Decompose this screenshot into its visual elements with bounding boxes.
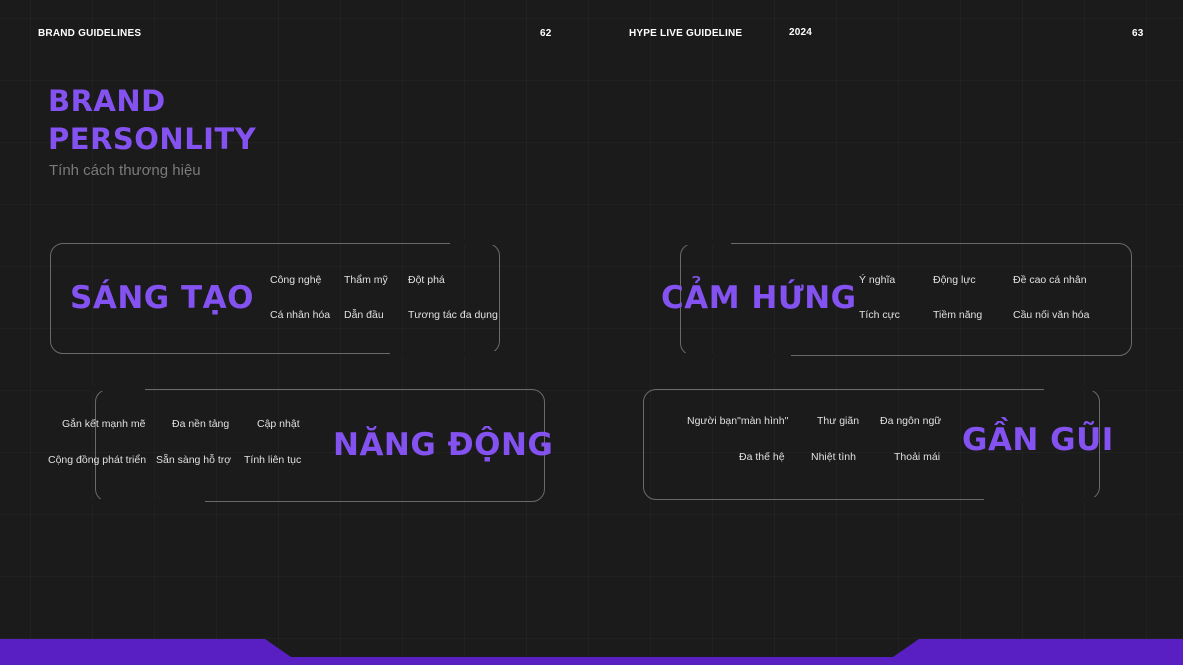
page-title-line-2: PERSONLITY bbox=[48, 122, 257, 156]
keyword-dan-dau: Dẫn đầu bbox=[344, 309, 384, 321]
keyword-cap-nhat: Cập nhật bbox=[257, 418, 300, 430]
keyword-tiem-nang: Tiềm năng bbox=[933, 309, 983, 321]
year-label: 2024 bbox=[789, 27, 813, 38]
keyword-y-nghia: Ý nghĩa bbox=[859, 274, 896, 286]
keyword-cong-nghe: Công nghệ bbox=[270, 274, 322, 286]
page-number-left: 62 bbox=[540, 28, 552, 39]
keyword-thoai-mai: Thoải mái bbox=[894, 451, 941, 463]
trait-name-nang-dong: NĂNG ĐỘNG bbox=[333, 427, 554, 463]
keyword-da-the-he: Đa thế hệ bbox=[739, 451, 785, 463]
keyword-de-cao-ca-nhan: Đề cao cá nhân bbox=[1013, 274, 1087, 286]
keyword-tinh-lien-tuc: Tính liên tục bbox=[244, 454, 302, 466]
trait-name-cam-hung: CẢM HỨNG bbox=[661, 280, 857, 316]
page-subtitle: Tính cách thương hiệu bbox=[49, 162, 201, 179]
keyword-nguoi-ban-man-hinh: Người bạn"màn hình" bbox=[687, 415, 789, 427]
keyword-gan-ket-manh-me: Gắn kết mạnh mẽ bbox=[62, 418, 146, 430]
keyword-tham-my: Thẩm mỹ bbox=[344, 274, 388, 286]
keyword-thu-gian: Thư giãn bbox=[817, 415, 860, 427]
keyword-tich-cuc: Tích cực bbox=[859, 309, 900, 321]
keyword-dot-pha: Đột phá bbox=[408, 274, 445, 286]
keyword-dong-luc: Động lực bbox=[933, 274, 976, 286]
keyword-tuong-tac-da-dung: Tương tác đa dụng bbox=[408, 309, 498, 321]
trait-name-gan-gui: GẦN GŨI bbox=[962, 422, 1114, 458]
keyword-san-sang-ho-tro: Sẵn sàng hỗ trợ bbox=[156, 454, 232, 466]
page-title: BRAND PERSONLITY bbox=[48, 82, 256, 158]
hype-live-guideline-label: HYPE LIVE GUIDELINE bbox=[629, 28, 743, 39]
keyword-nhiet-tinh: Nhiệt tình bbox=[811, 451, 856, 463]
keyword-ca-nhan-hoa: Cá nhân hóa bbox=[270, 309, 331, 321]
keyword-cong-dong-phat-trien: Cộng đồng phát triển bbox=[48, 454, 147, 466]
keyword-da-nen-tang: Đa nền tảng bbox=[172, 418, 230, 430]
keyword-cau-noi-van-hoa: Cầu nối văn hóa bbox=[1013, 309, 1090, 321]
keyword-da-ngon-ngu: Đa ngôn ngữ bbox=[880, 415, 942, 427]
brand-guidelines-label: BRAND GUIDELINES bbox=[38, 28, 142, 39]
page-title-line-1: BRAND bbox=[48, 84, 166, 118]
footer-bar bbox=[0, 639, 1183, 665]
trait-name-sang-tao: SÁNG TẠO bbox=[70, 280, 254, 316]
footer-bar-shape bbox=[0, 639, 1183, 665]
page-number-right: 63 bbox=[1132, 28, 1144, 39]
